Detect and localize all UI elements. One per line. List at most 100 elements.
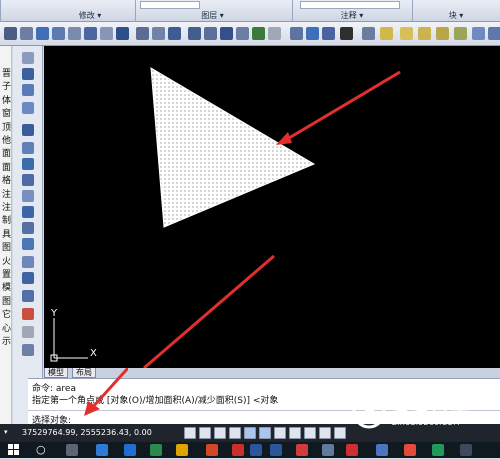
move-icon[interactable]: [306, 27, 319, 40]
tool-rectangle-icon[interactable]: [22, 124, 34, 136]
palette-label-char[interactable]: 火: [1, 254, 12, 267]
polar-mode-icon[interactable]: [229, 427, 241, 439]
dyn-mode-icon[interactable]: [289, 427, 301, 439]
layer-match-icon[interactable]: [472, 27, 485, 40]
tool-wipeout-icon[interactable]: [22, 326, 34, 338]
bulb-icon[interactable]: [400, 27, 413, 40]
lineweight-mode-icon[interactable]: [304, 427, 316, 439]
windows-start-icon[interactable]: [8, 444, 20, 456]
dim-aligned-icon[interactable]: [20, 27, 33, 40]
drawing-canvas[interactable]: Y X: [44, 46, 500, 368]
tool-hatch-icon[interactable]: [22, 158, 34, 170]
palette-label-char[interactable]: 格: [1, 173, 12, 186]
panel-modify[interactable]: 修改 ▾: [45, 10, 135, 21]
palette-label-char[interactable]: 它: [1, 307, 12, 320]
tolerance-icon[interactable]: [116, 27, 129, 40]
word-icon[interactable]: [250, 444, 262, 456]
palette-label-char[interactable]: 图: [1, 294, 12, 307]
app-icon-1[interactable]: [150, 444, 162, 456]
annotation-dropdown[interactable]: [300, 1, 400, 9]
palette-label-char[interactable]: 示: [1, 334, 12, 347]
word-icon-2[interactable]: [270, 444, 282, 456]
dim-override-icon[interactable]: [268, 27, 281, 40]
dim-radius-icon[interactable]: [36, 27, 49, 40]
layer-prev-icon[interactable]: [488, 27, 500, 40]
freeze-icon[interactable]: [418, 27, 431, 40]
status-menu-icon[interactable]: ▾: [4, 428, 10, 436]
browser-icon[interactable]: [96, 444, 108, 456]
palette-label-char[interactable]: 制: [1, 213, 12, 226]
app-icon-5[interactable]: [376, 444, 388, 456]
snap-mode-icon[interactable]: [184, 427, 196, 439]
snap-icon[interactable]: [322, 27, 335, 40]
quick-dim-icon[interactable]: [136, 27, 149, 40]
text-style-icon[interactable]: [252, 27, 265, 40]
panel-block[interactable]: 块 ▾: [412, 10, 500, 21]
dim-space-icon[interactable]: [152, 27, 165, 40]
tool-polygon-icon[interactable]: [22, 142, 34, 154]
selection-cycle-icon[interactable]: [334, 427, 346, 439]
tool-block-icon[interactable]: [22, 238, 34, 250]
dim-baseline-icon[interactable]: [84, 27, 97, 40]
tool-spline-icon[interactable]: [22, 290, 34, 302]
autocad-icon[interactable]: [346, 444, 358, 456]
palette-label-char[interactable]: 窗: [1, 106, 12, 119]
palette-label-char[interactable]: 顶: [1, 120, 12, 133]
app-icon-4[interactable]: [322, 444, 334, 456]
panel-annotation[interactable]: 注释 ▾: [292, 10, 412, 21]
dim-linear-icon[interactable]: [4, 27, 17, 40]
app-icon-3[interactable]: [296, 444, 308, 456]
tool-donut-icon[interactable]: [22, 344, 34, 356]
dim-diameter-icon[interactable]: [52, 27, 65, 40]
panel-layers[interactable]: 图层 ▾: [135, 10, 290, 21]
grid-mode-icon[interactable]: [199, 427, 211, 439]
file-explorer-icon[interactable]: [176, 444, 188, 456]
selected-triangle[interactable]: [150, 67, 316, 228]
app-icon-6[interactable]: [404, 444, 416, 456]
palette-label-char[interactable]: 具: [1, 227, 12, 240]
layer-on-icon[interactable]: [380, 27, 393, 40]
dim-style-icon[interactable]: [236, 27, 249, 40]
palette-label-char[interactable]: 心: [1, 321, 12, 334]
powerpoint-icon[interactable]: [206, 444, 218, 456]
tool-insert-icon[interactable]: [22, 256, 34, 268]
palette-label-char[interactable]: 体: [1, 93, 12, 106]
dim-break-icon[interactable]: [168, 27, 181, 40]
tool-mtext-icon[interactable]: [22, 206, 34, 218]
task-view-icon[interactable]: [66, 444, 78, 456]
layer-dropdown[interactable]: [140, 1, 200, 9]
app-icon-7[interactable]: [432, 444, 444, 456]
tool-table-icon[interactable]: [22, 222, 34, 234]
dim-text-edit-icon[interactable]: [204, 27, 217, 40]
tool-line-icon[interactable]: [22, 52, 34, 64]
dim-continue-icon[interactable]: [100, 27, 113, 40]
edge-icon[interactable]: [124, 444, 136, 456]
osnap-mode-icon[interactable]: [244, 427, 256, 439]
palette-label-char[interactable]: 面: [1, 160, 12, 173]
search-icon[interactable]: ○: [36, 444, 48, 456]
dim-update-icon[interactable]: [220, 27, 233, 40]
palette-label-char[interactable]: 面: [1, 146, 12, 159]
palette-label-char[interactable]: 晋: [1, 66, 12, 79]
tool-arc-icon[interactable]: [22, 102, 34, 114]
tool-circle-icon[interactable]: [22, 84, 34, 96]
otrack-mode-icon[interactable]: [259, 427, 271, 439]
tool-revcloud-icon[interactable]: [22, 308, 34, 320]
palette-label-char[interactable]: 置: [1, 267, 12, 280]
pan-icon[interactable]: [290, 27, 303, 40]
app-icon-2[interactable]: [232, 444, 244, 456]
ortho-mode-icon[interactable]: [214, 427, 226, 439]
tool-region-icon[interactable]: [22, 174, 34, 186]
dim-edit-icon[interactable]: [188, 27, 201, 40]
dim-angle-icon[interactable]: [68, 27, 81, 40]
tool-polyline-icon[interactable]: [22, 68, 34, 80]
tool-point-icon[interactable]: [22, 272, 34, 284]
transparency-mode-icon[interactable]: [319, 427, 331, 439]
layer-color-icon[interactable]: [454, 27, 467, 40]
palette-label-char[interactable]: 注: [1, 200, 12, 213]
palette-label-char[interactable]: 模: [1, 280, 12, 293]
app-icon-8[interactable]: [460, 444, 472, 456]
layer-stack-icon[interactable]: [362, 27, 375, 40]
palette-label-char[interactable]: 子: [1, 79, 12, 92]
palette-label-char[interactable]: 图: [1, 240, 12, 253]
